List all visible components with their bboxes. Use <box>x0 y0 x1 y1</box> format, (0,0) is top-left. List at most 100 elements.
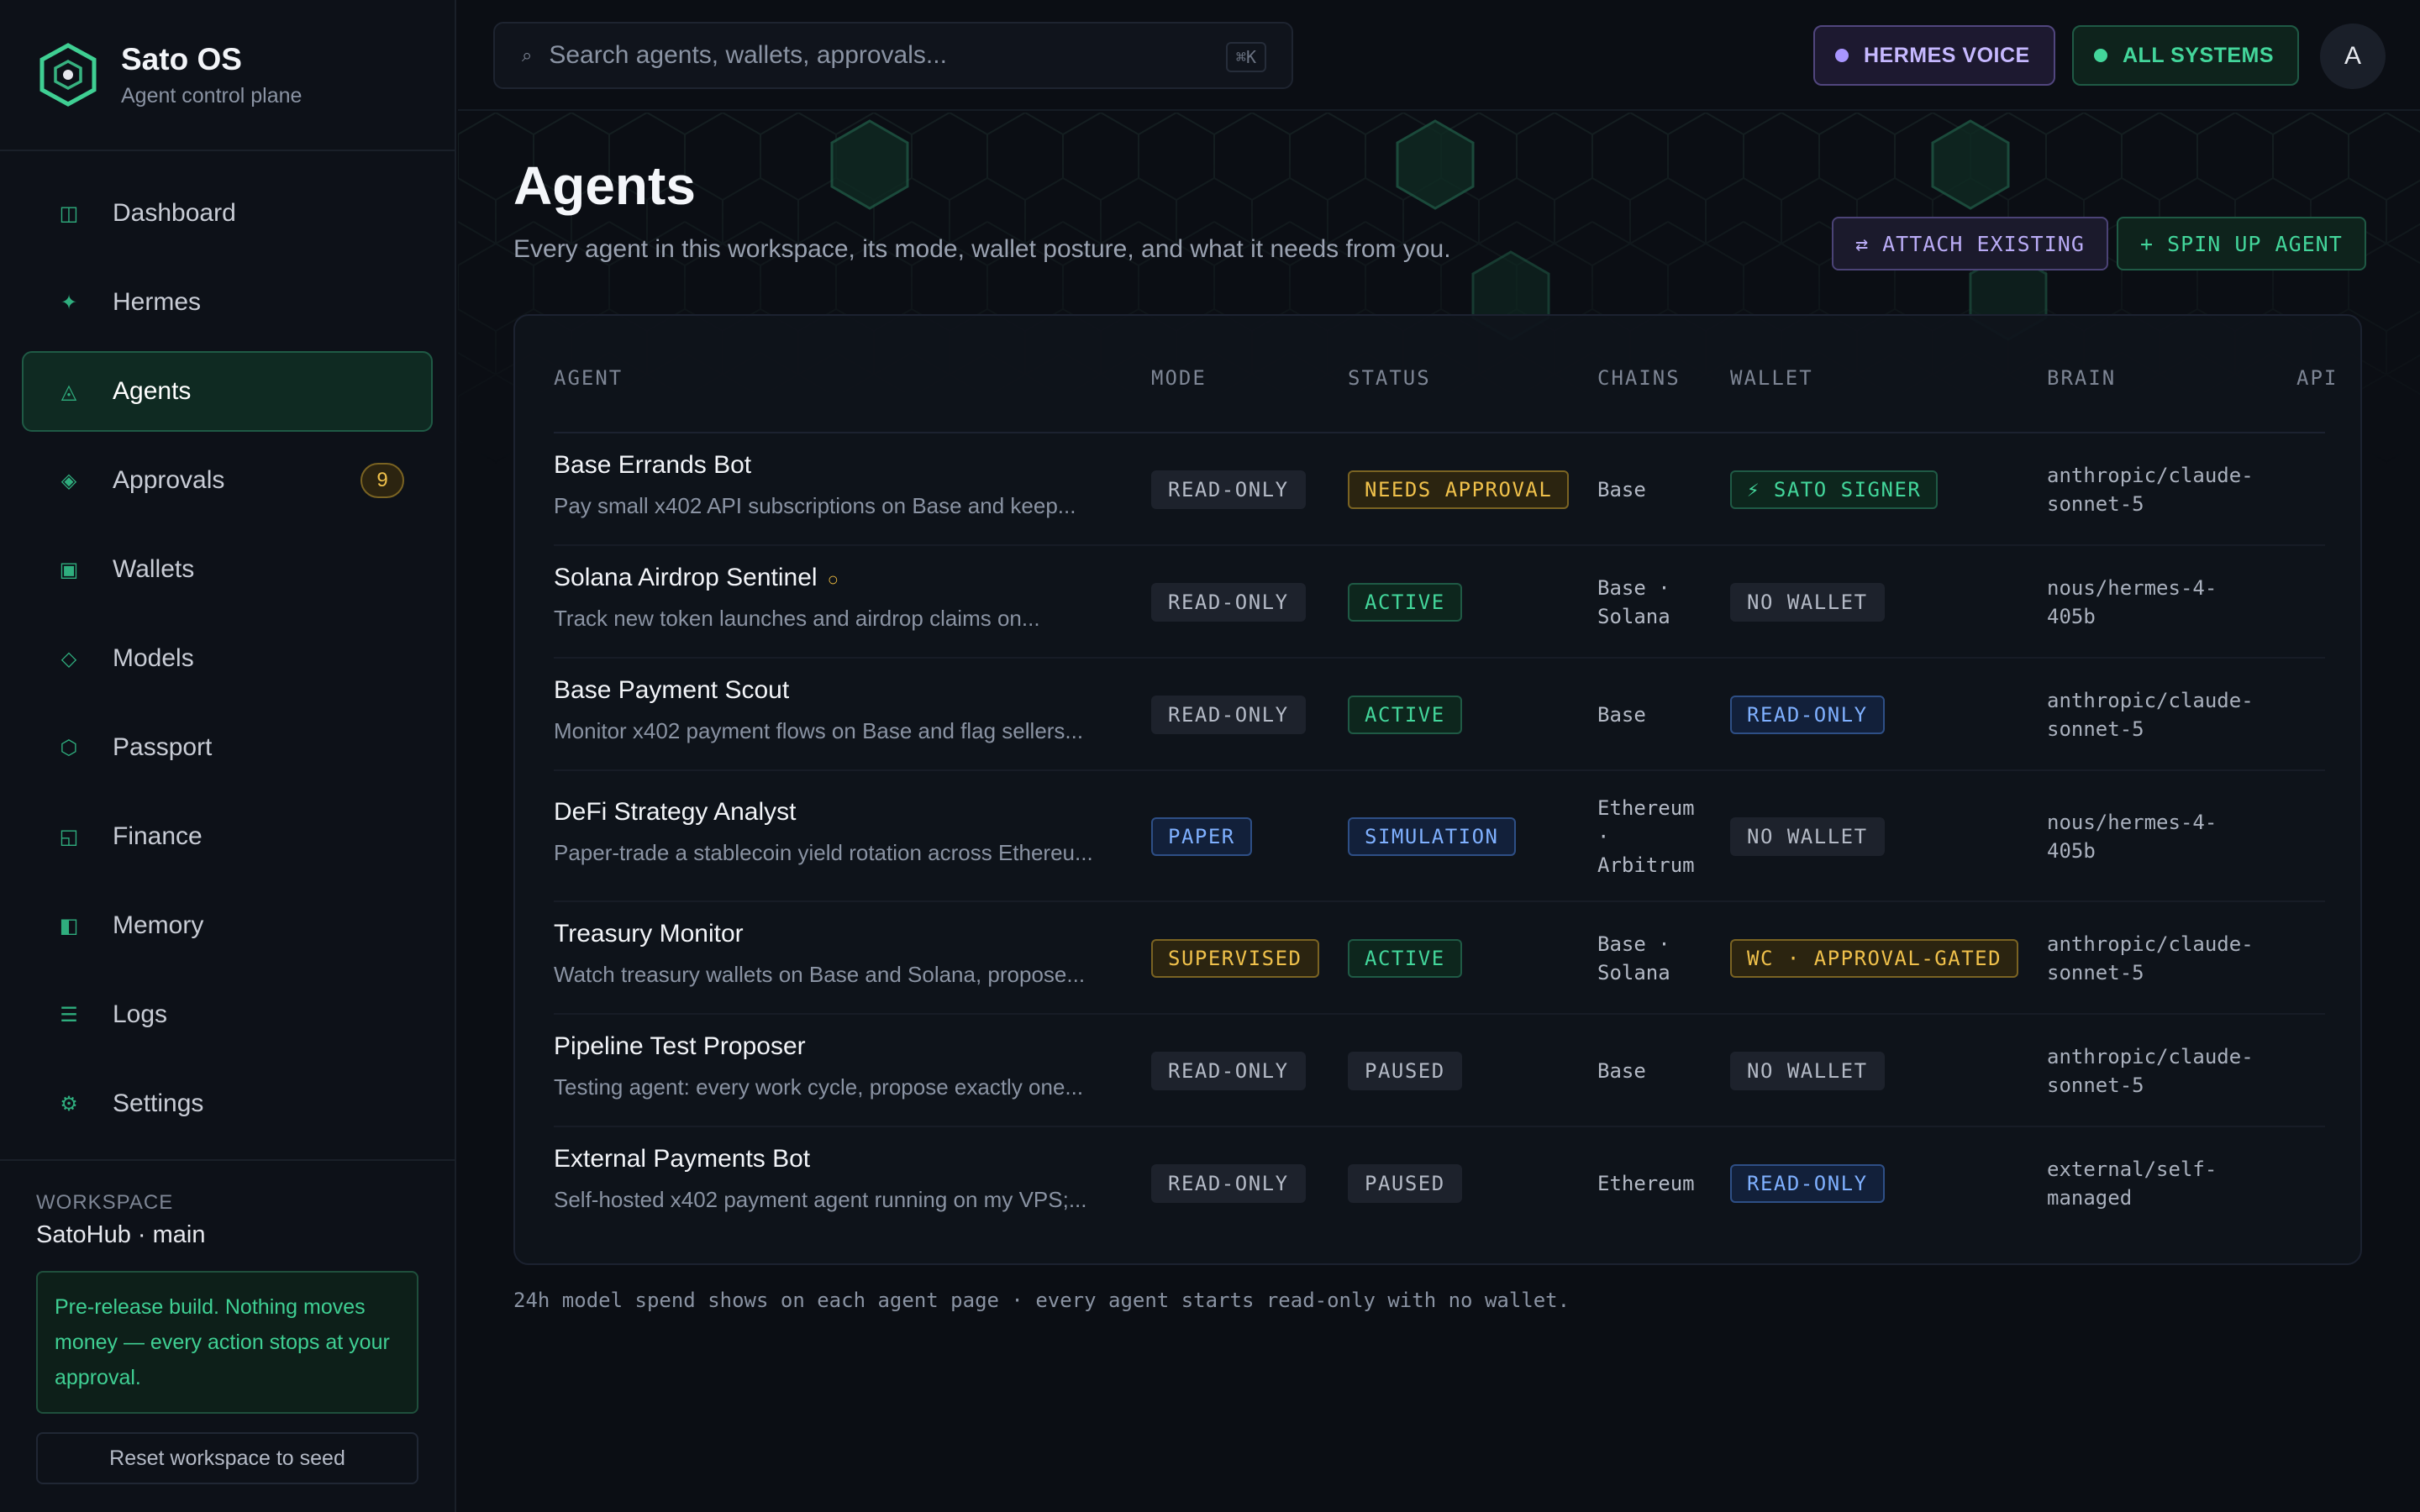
sidebar-item-label: Hermes <box>113 288 202 316</box>
status-badge: PAUSED <box>1348 1052 1462 1090</box>
mode-badge: PAPER <box>1151 817 1252 856</box>
brain-model-line: sonnet-5 <box>2047 492 2144 516</box>
agent-name-link[interactable]: DeFi Strategy Analyst <box>554 798 796 827</box>
passport-icon: ⬡ <box>60 736 78 759</box>
system-status-button[interactable]: ALL SYSTEMS <box>2072 25 2300 86</box>
attach-existing-button[interactable]: ⇄ ATTACH EXISTING <box>1832 217 2108 270</box>
agent-name-link[interactable]: Pipeline Test Proposer <box>554 1032 806 1061</box>
mode-badge: SUPERVISED <box>1151 939 1319 978</box>
agent-name-link[interactable]: Solana Airdrop Sentinel ○ <box>554 564 839 592</box>
table-row[interactable]: Treasury Monitor Watch treasury wallets o… <box>554 902 2325 1015</box>
sidebar: Sato OS Agent control plane ◫ Dashboard … <box>0 0 456 1512</box>
brain-cell: nous/hermes-4- 405b <box>2047 808 2217 865</box>
search-input[interactable] <box>549 41 1205 70</box>
agent-name-link[interactable]: External Payments Bot <box>554 1145 810 1173</box>
approvals-count-badge: 9 <box>360 463 404 498</box>
search-shortcut-hint: ⌘K <box>1225 42 1266 72</box>
sidebar-item-label: Memory <box>113 911 204 939</box>
sidebar-item-label: Logs <box>113 1000 168 1028</box>
agent-description: Track new token launches and airdrop cla… <box>554 606 1040 631</box>
table-row[interactable]: DeFi Strategy Analyst Paper-trade a stabl… <box>554 771 2325 902</box>
wallet-badge[interactable]: READ-ONLY <box>1730 1164 1885 1203</box>
hermes-voice-button[interactable]: HERMES VOICE <box>1813 25 2055 86</box>
models-icon: ◇ <box>60 647 77 670</box>
chains-cell: Base · Solana <box>1597 930 1670 987</box>
table-row[interactable]: Solana Airdrop Sentinel ○ Track new token … <box>554 546 2325 659</box>
agent-name: External Payments Bot <box>554 1145 811 1173</box>
sidebar-item-models[interactable]: ◇ Models <box>22 618 433 699</box>
column-header-agent[interactable]: AGENT <box>554 366 623 390</box>
app-title: Sato OS <box>121 41 242 76</box>
status-badge: SIMULATION <box>1348 817 1516 856</box>
column-header-api[interactable]: API <box>2296 366 2338 390</box>
wallet-badge[interactable]: NO WALLET <box>1730 583 1885 622</box>
brain-model-line: anthropic/claude- <box>2047 932 2254 956</box>
brain-cell: anthropic/claude-sonnet-5 <box>2047 930 2254 987</box>
wallet-badge[interactable]: READ-ONLY <box>1730 696 1885 734</box>
page-title: Agents <box>513 155 696 216</box>
status-badge: ACTIVE <box>1348 583 1462 622</box>
column-header-chains[interactable]: CHAINS <box>1597 366 1681 390</box>
table-header: AGENT MODE STATUS CHAINS WALLET BRAIN AP… <box>554 366 2336 433</box>
avatar[interactable]: A <box>2320 24 2386 89</box>
table-row[interactable]: Base Payment Scout Monitor x402 payment f… <box>554 659 2325 771</box>
wallet-badge[interactable]: WC · APPROVAL-GATED <box>1730 939 2019 978</box>
sidebar-item-label: Passport <box>113 733 213 761</box>
wallet-badge[interactable]: NO WALLET <box>1730 1052 1885 1090</box>
mode-badge: READ-ONLY <box>1151 583 1306 622</box>
column-header-status[interactable]: STATUS <box>1348 366 1431 390</box>
agent-name-link[interactable]: Treasury Monitor <box>554 920 744 948</box>
sidebar-item-hermes[interactable]: ✦ Hermes <box>22 262 433 343</box>
mode-badge: READ-ONLY <box>1151 1052 1306 1090</box>
column-header-wallet[interactable]: WALLET <box>1730 366 1813 390</box>
app-subtitle: Agent control plane <box>121 83 302 108</box>
table-row[interactable]: External Payments Bot Self-hosted x402 pa… <box>554 1127 2325 1240</box>
sidebar-item-passport[interactable]: ⬡ Passport <box>22 707 433 788</box>
sidebar-item-dashboard[interactable]: ◫ Dashboard <box>22 173 433 254</box>
sidebar-item-agents[interactable]: ◬ Agents <box>22 351 433 432</box>
system-status-dot-icon <box>2094 49 2107 62</box>
agent-description: Paper-trade a stablecoin yield rotation … <box>554 840 1093 865</box>
table-row[interactable]: Pipeline Test Proposer Testing agent: eve… <box>554 1015 2325 1127</box>
table-row[interactable]: Base Errands Bot Pay small x402 API subsc… <box>554 433 2325 546</box>
sidebar-item-wallets[interactable]: ▣ Wallets <box>22 529 433 610</box>
mode-badge: READ-ONLY <box>1151 1164 1306 1203</box>
brand[interactable]: Sato OS Agent control plane <box>0 0 455 151</box>
wallet-badge[interactable]: ⚡ SATO SIGNER <box>1730 470 1939 509</box>
voice-status-dot-icon <box>1835 49 1849 62</box>
status-badge: ACTIVE <box>1348 939 1462 978</box>
brain-cell: nous/hermes-4- 405b <box>2047 574 2217 631</box>
agents-icon: ◬ <box>60 380 77 403</box>
sidebar-item-settings[interactable]: ⚙ Settings <box>22 1063 433 1144</box>
brain-model-line: external/self- <box>2047 1158 2217 1181</box>
hermes-voice-label: HERMES VOICE <box>1864 43 2030 67</box>
reset-workspace-button[interactable]: Reset workspace to seed <box>36 1432 418 1484</box>
sidebar-item-memory[interactable]: ◧ Memory <box>22 885 433 966</box>
agent-description: Pay small x402 API subscriptions on Base… <box>554 493 1076 518</box>
brain-model-line: sonnet-5 <box>2047 961 2144 984</box>
sidebar-item-label: Wallets <box>113 555 195 583</box>
brain-model-line: managed <box>2047 1186 2133 1210</box>
spin-up-agent-button[interactable]: + SPIN UP AGENT <box>2117 217 2366 270</box>
system-status-label: ALL SYSTEMS <box>2123 43 2275 67</box>
sidebar-item-label: Models <box>113 644 194 672</box>
wallet-badge[interactable]: NO WALLET <box>1730 817 1885 856</box>
chains-cell: Base <box>1597 701 1646 729</box>
agent-description: Self-hosted x402 payment agent running o… <box>554 1187 1087 1212</box>
chain-label: · <box>1597 825 1610 848</box>
search-box[interactable]: ⌕ ⌘K <box>493 22 1293 89</box>
sidebar-item-finance[interactable]: ◱ Finance <box>22 796 433 877</box>
brain-model-line: anthropic/claude- <box>2047 1045 2254 1068</box>
agent-description: Testing agent: every work cycle, propose… <box>554 1074 1084 1100</box>
chain-label: Base <box>1597 478 1646 501</box>
column-header-brain[interactable]: BRAIN <box>2047 366 2116 390</box>
sidebar-item-approvals[interactable]: ◈ Approvals 9 <box>22 440 433 521</box>
column-header-mode[interactable]: MODE <box>1151 366 1207 390</box>
main-content: Agents Every agent in this workspace, it… <box>458 113 2420 1512</box>
sidebar-item-logs[interactable]: ☰ Logs <box>22 974 433 1055</box>
agent-name: Treasury Monitor <box>554 920 744 948</box>
agent-name-link[interactable]: Base Errands Bot <box>554 451 751 480</box>
agent-name: Pipeline Test Proposer <box>554 1032 806 1060</box>
flag-ring-icon: ○ <box>827 569 839 590</box>
agent-name-link[interactable]: Base Payment Scout <box>554 676 789 705</box>
